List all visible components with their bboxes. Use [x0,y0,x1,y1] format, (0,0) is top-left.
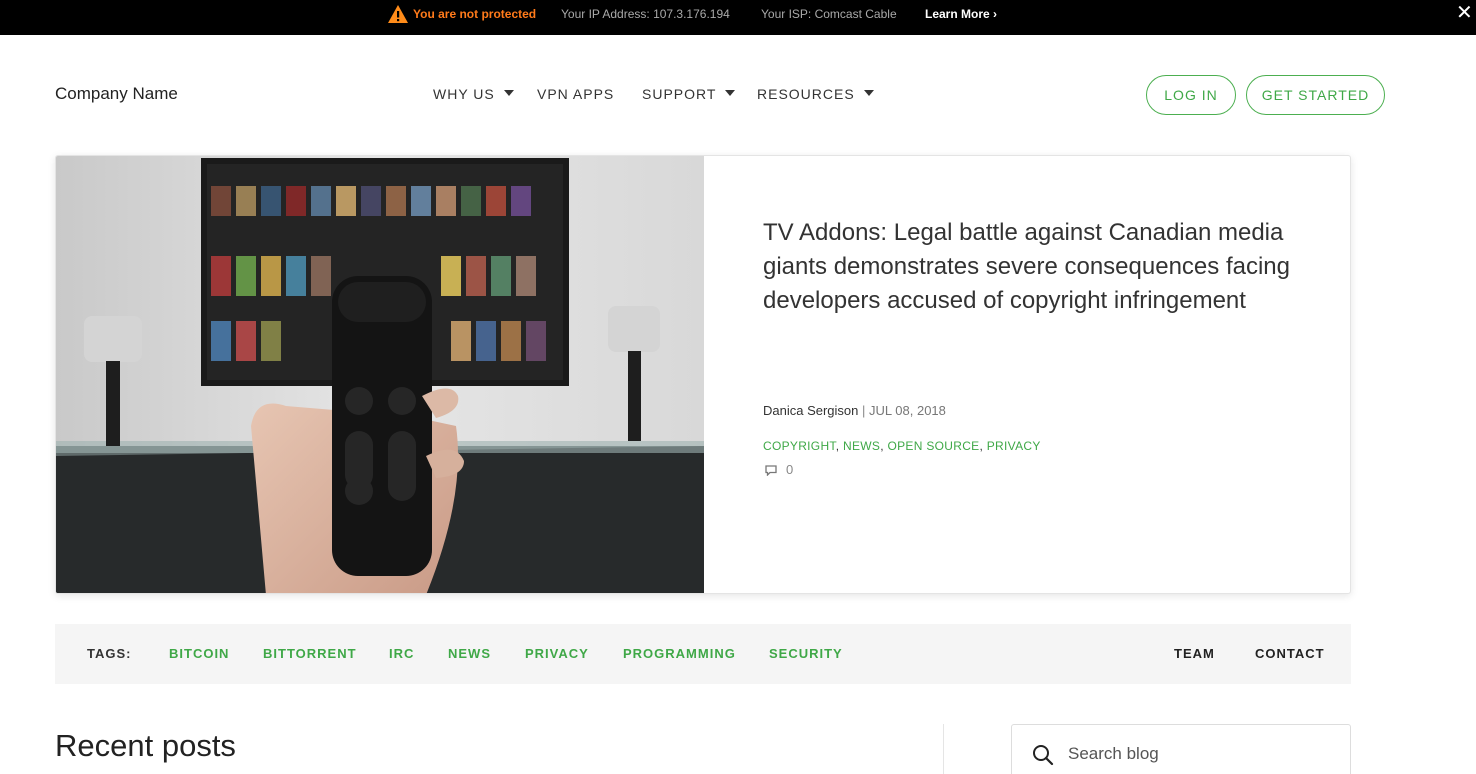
meta-separator: | [862,403,866,418]
tags-label: TAGS: [87,646,132,661]
author-name[interactable]: Danica Sergison [763,403,858,418]
comment-count[interactable]: 0 [765,462,793,477]
tag-privacy[interactable]: PRIVACY [525,646,589,661]
nav-why-us[interactable]: WHY US [433,86,514,102]
login-button[interactable]: LOG IN [1146,75,1236,115]
team-link[interactable]: TEAM [1174,646,1215,661]
isp-name: Your ISP: Comcast Cable [761,7,897,21]
alert-bar: You are not protected Your IP Address: 1… [0,0,1476,35]
protection-status: You are not protected [413,7,537,21]
tag-security[interactable]: SECURITY [769,646,843,661]
comment-icon [765,465,777,477]
get-started-button[interactable]: GET STARTED [1246,75,1385,115]
nav-label: SUPPORT [642,86,717,102]
post-tag[interactable]: PRIVACY [987,439,1041,453]
contact-link[interactable]: CONTACT [1255,646,1325,661]
caret-down-icon [863,90,874,97]
post-tag[interactable]: NEWS [843,439,880,453]
nav-resources[interactable]: RESOURCES [757,86,874,102]
search-input[interactable] [1068,739,1328,769]
nav-label: WHY US [433,86,495,102]
search-box[interactable] [1011,724,1351,774]
featured-post-meta: Danica Sergison | JUL 08, 2018 [763,403,946,418]
featured-post-card[interactable]: TV Addons: Legal battle against Canadian… [55,155,1351,594]
nav-support[interactable]: SUPPORT [642,86,736,102]
nav-label: VPN APPS [537,86,615,102]
brand-logo[interactable]: Company Name [55,84,178,104]
learn-more-link[interactable]: Learn More › [925,7,997,21]
column-divider [943,724,944,774]
tag-bitcoin[interactable]: BITCOIN [169,646,229,661]
tv-remote-photo-icon [56,156,704,593]
search-icon[interactable] [1032,744,1054,766]
featured-post-title[interactable]: TV Addons: Legal battle against Canadian… [763,216,1303,318]
post-tag[interactable]: COPYRIGHT [763,439,836,453]
caret-down-icon [503,90,514,97]
recent-posts-heading: Recent posts [55,728,236,763]
post-tag[interactable]: OPEN SOURCE [887,439,979,453]
featured-post-tags: COPYRIGHT, NEWS, OPEN SOURCE, PRIVACY [763,439,1041,453]
caret-down-icon [725,90,736,97]
tag-bittorrent[interactable]: BITTORRENT [263,646,357,661]
ip-address: Your IP Address: 107.3.176.194 [561,7,730,21]
tags-bar: TAGS: BITCOIN BITTORRENT IRC NEWS PRIVAC… [55,624,1351,684]
tag-news[interactable]: NEWS [448,646,491,661]
nav-vpn-apps[interactable]: VPN APPS [537,86,614,102]
post-date: JUL 08, 2018 [869,403,946,418]
featured-image[interactable] [56,156,704,593]
tag-programming[interactable]: PROGRAMMING [623,646,736,661]
tag-irc[interactable]: IRC [389,646,414,661]
nav-label: RESOURCES [757,86,855,102]
close-icon[interactable]: ✕ [1456,3,1473,23]
warning-icon [388,5,408,23]
comment-count-value: 0 [786,462,794,477]
